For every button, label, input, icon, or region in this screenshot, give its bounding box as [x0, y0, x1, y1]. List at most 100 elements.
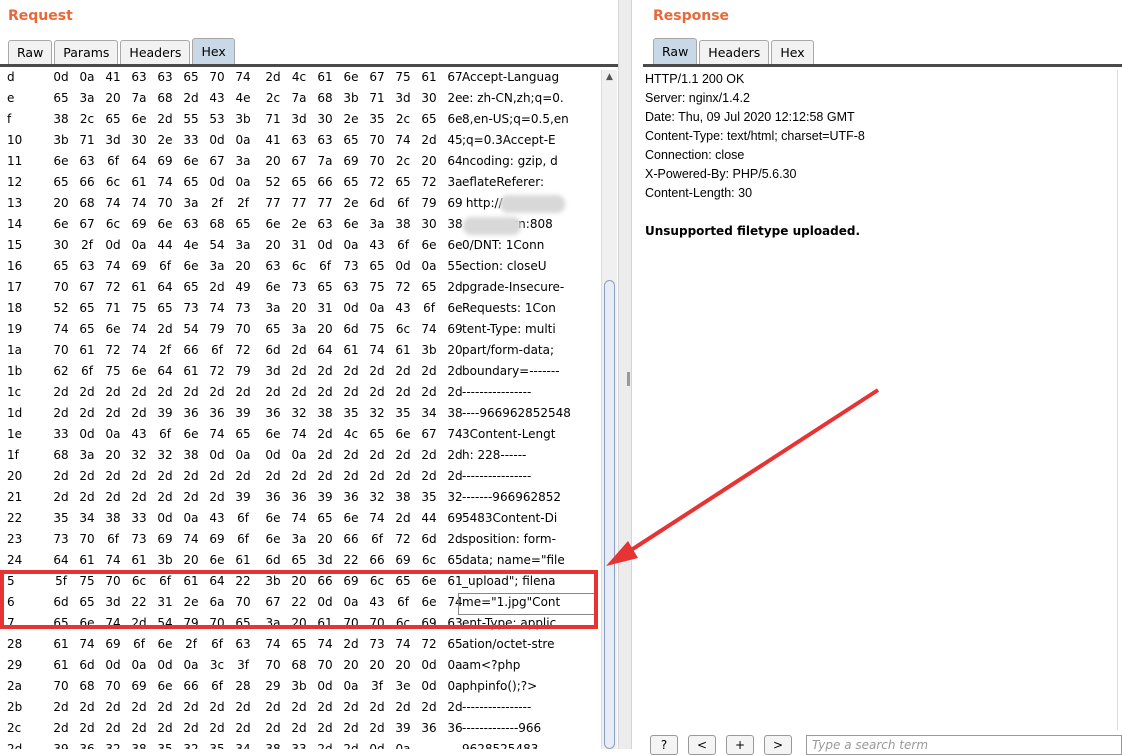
- hex-byte[interactable]: 2d: [368, 469, 386, 483]
- response-tab-hex[interactable]: Hex: [771, 40, 814, 64]
- hex-byte[interactable]: 74: [156, 175, 174, 189]
- search-input[interactable]: Type a search term: [806, 735, 1122, 755]
- hex-byte[interactable]: 53: [208, 112, 226, 126]
- hex-byte[interactable]: 70: [316, 658, 334, 672]
- hex-byte[interactable]: 0d: [52, 70, 70, 84]
- hex-byte[interactable]: 0a: [342, 238, 360, 252]
- hex-byte[interactable]: 2d: [420, 700, 438, 714]
- scroll-up-icon[interactable]: ▲: [602, 70, 617, 85]
- hex-byte[interactable]: 74: [234, 70, 252, 84]
- hex-byte[interactable]: 61: [420, 70, 438, 84]
- hex-byte[interactable]: 69: [208, 532, 226, 546]
- hex-byte[interactable]: 2d: [394, 469, 412, 483]
- hex-byte[interactable]: 2d: [316, 721, 334, 735]
- hex-byte[interactable]: 0d: [156, 511, 174, 525]
- hex-byte[interactable]: 49: [234, 280, 252, 294]
- hex-byte[interactable]: 34: [78, 511, 96, 525]
- hex-byte[interactable]: 6f: [208, 637, 226, 651]
- hex-byte[interactable]: 64: [52, 553, 70, 567]
- hex-byte[interactable]: 69: [130, 679, 148, 693]
- hex-byte[interactable]: 2d: [52, 385, 70, 399]
- hex-byte[interactable]: 79: [208, 322, 226, 336]
- hex-byte[interactable]: 39: [316, 490, 334, 504]
- hex-byte[interactable]: 0a: [130, 658, 148, 672]
- hex-byte[interactable]: 7a: [290, 91, 308, 105]
- add-button[interactable]: +: [726, 735, 754, 755]
- hex-byte[interactable]: 20: [264, 238, 282, 252]
- hex-row-ascii[interactable]: h: 228------: [462, 448, 526, 462]
- hex-byte[interactable]: 0a: [130, 238, 148, 252]
- hex-row[interactable]: 1a 70 61 72 74 2f 66 6f 72 6d 2d 64 61 74 61 3b 20 part/f…: [0, 340, 600, 361]
- hex-byte[interactable]: 65: [316, 280, 334, 294]
- hex-byte[interactable]: 79: [420, 196, 438, 210]
- hex-row[interactable]: 2c 2d 2d 2d 2d 2d 2d 2d 2d 2d 2d 2d 2d 2d 39 36 36 ------…: [0, 718, 600, 739]
- request-tab-hex[interactable]: Hex: [192, 38, 235, 64]
- hex-byte[interactable]: 33: [290, 742, 308, 749]
- hex-byte[interactable]: 69: [130, 259, 148, 273]
- hex-byte[interactable]: 70: [264, 658, 282, 672]
- hex-byte[interactable]: 54: [208, 238, 226, 252]
- hex-byte[interactable]: 70: [52, 343, 70, 357]
- hex-row-ascii[interactable]: 0/DNT: 1Conn: [462, 238, 544, 252]
- hex-byte[interactable]: 0d: [420, 658, 438, 672]
- hex-byte[interactable]: 2d: [264, 700, 282, 714]
- hex-byte[interactable]: 2d: [52, 490, 70, 504]
- hex-byte[interactable]: 64: [156, 364, 174, 378]
- hex-byte[interactable]: 74: [104, 553, 122, 567]
- hex-byte[interactable]: 2c: [78, 112, 96, 126]
- hex-byte[interactable]: 20: [290, 301, 308, 315]
- hex-byte[interactable]: 70: [52, 280, 70, 294]
- hex-byte[interactable]: 6c: [290, 259, 308, 273]
- hex-byte[interactable]: 3b: [156, 553, 174, 567]
- hex-row-ascii[interactable]: e: zh-CN,zh;q=0.: [462, 91, 564, 105]
- hex-byte[interactable]: 0a: [394, 742, 412, 749]
- hex-byte[interactable]: 6e: [130, 364, 148, 378]
- hex-byte[interactable]: 0a: [290, 448, 308, 462]
- response-body[interactable]: HTTP/1.1 200 OK Server: nginx/1.4.2 Date: …: [645, 70, 865, 241]
- hex-byte[interactable]: 3a: [234, 154, 252, 168]
- hex-byte[interactable]: 2d: [104, 469, 122, 483]
- hex-row[interactable]: 2d 39 36 32 38 35 32 35 34 38 33 2d 2d 0d 0a 9628525483…: [0, 739, 600, 749]
- hex-byte[interactable]: 74: [130, 322, 148, 336]
- hex-byte[interactable]: 20: [342, 658, 360, 672]
- hex-byte[interactable]: 6e: [264, 427, 282, 441]
- hex-byte[interactable]: 38: [52, 112, 70, 126]
- hex-row-ascii[interactable]: Accept-Languag: [462, 70, 559, 84]
- hex-byte[interactable]: 72: [368, 175, 386, 189]
- hex-row[interactable]: 11 6e 63 6f 64 69 6e 67 3a 20 67 7a 69 70 2c 20 64 ncodin…: [0, 151, 600, 172]
- hex-byte[interactable]: 3a: [78, 91, 96, 105]
- hex-byte[interactable]: 2d: [130, 385, 148, 399]
- hex-byte[interactable]: 35: [208, 742, 226, 749]
- hex-byte[interactable]: 6d: [264, 343, 282, 357]
- hex-byte[interactable]: 2d: [182, 91, 200, 105]
- hex-byte[interactable]: 73: [182, 301, 200, 315]
- hex-byte[interactable]: 6f: [208, 679, 226, 693]
- hex-row[interactable]: 1e 33 0d 0a 43 6f 6e 74 65 6e 74 2d 4c 65 6e 67 74 3Conte…: [0, 424, 600, 445]
- hex-byte[interactable]: 73: [368, 637, 386, 651]
- hex-byte[interactable]: 0d: [420, 679, 438, 693]
- hex-row-ascii[interactable]: tent-Type: multi: [462, 322, 556, 336]
- hex-byte[interactable]: 2d: [156, 721, 174, 735]
- hex-byte[interactable]: 6c: [420, 553, 438, 567]
- hex-byte[interactable]: 34: [234, 742, 252, 749]
- hex-byte[interactable]: 2d: [394, 385, 412, 399]
- hex-byte[interactable]: 32: [104, 742, 122, 749]
- hex-byte[interactable]: 61: [52, 637, 70, 651]
- hex-byte[interactable]: 6d: [342, 322, 360, 336]
- hex-byte[interactable]: 3b: [420, 343, 438, 357]
- hex-byte[interactable]: 61: [52, 658, 70, 672]
- hex-table[interactable]: d 0d 0a 41 63 63 65 70 74 2d 4c 61 6e 67 75 61 67 Accept-…: [0, 67, 600, 749]
- hex-byte[interactable]: 64: [156, 280, 174, 294]
- hex-byte[interactable]: 3f: [234, 658, 252, 672]
- hex-byte[interactable]: 65: [420, 280, 438, 294]
- hex-byte[interactable]: 3a: [290, 532, 308, 546]
- hex-byte[interactable]: 30: [420, 91, 438, 105]
- hex-byte[interactable]: 2d: [290, 364, 308, 378]
- hex-byte[interactable]: 2e: [290, 217, 308, 231]
- hex-byte[interactable]: 67: [290, 154, 308, 168]
- hex-byte[interactable]: 74: [394, 133, 412, 147]
- hex-row[interactable]: 1b 62 6f 75 6e 64 61 72 79 3d 2d 2d 2d 2d 2d 2d 2d bounda…: [0, 361, 600, 382]
- hex-byte[interactable]: 61: [394, 343, 412, 357]
- hex-byte[interactable]: 39: [234, 406, 252, 420]
- hex-row-ascii[interactable]: Requests: 1Con: [462, 301, 556, 315]
